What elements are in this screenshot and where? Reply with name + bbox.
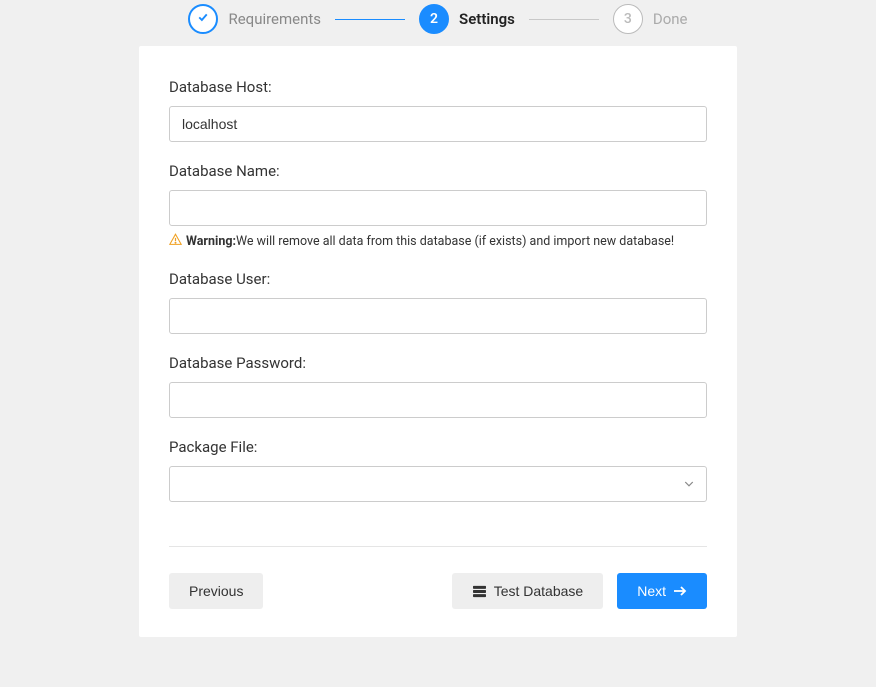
package-file-select[interactable] [169,466,707,502]
step-requirements-circle [188,4,218,34]
arrow-right-icon [673,586,687,596]
warning-label-text: Warning: [186,234,236,249]
step-requirements: Requirements [188,4,321,34]
db-user-label: Database User: [169,270,707,288]
previous-button-label: Previous [189,583,243,599]
db-user-input[interactable] [169,298,707,334]
check-icon [197,11,209,27]
db-user-group: Database User: [169,270,707,334]
step-done-number: 3 [624,11,632,27]
db-host-label: Database Host: [169,78,707,96]
warning-icon [169,233,182,250]
test-database-button-label: Test Database [494,583,584,599]
step-settings: 2 Settings [419,4,515,34]
step-done: 3 Done [613,4,688,34]
db-name-warning: Warning:We will remove all data from thi… [169,233,707,250]
step-settings-label: Settings [459,10,515,28]
step-requirements-label: Requirements [228,10,321,28]
package-file-group: Package File: [169,438,707,502]
db-password-input[interactable] [169,382,707,418]
step-settings-number: 2 [430,11,438,27]
divider [169,546,707,547]
step-done-label: Done [653,10,688,28]
next-button[interactable]: Next [617,573,707,609]
next-button-label: Next [637,583,666,599]
warning-message-text: We will remove all data from this databa… [236,234,674,249]
db-name-label: Database Name: [169,162,707,180]
previous-button[interactable]: Previous [169,573,263,609]
button-row: Previous Test Database Next [169,573,707,609]
db-password-group: Database Password: [169,354,707,418]
stepper-line-1 [335,19,405,20]
step-settings-circle: 2 [419,4,449,34]
test-database-button[interactable]: Test Database [452,573,604,609]
db-password-label: Database Password: [169,354,707,372]
database-icon [472,585,487,598]
step-done-circle: 3 [613,4,643,34]
db-name-group: Database Name: Warning:We will remove al… [169,162,707,250]
db-host-input[interactable] [169,106,707,142]
stepper-line-2 [529,19,599,20]
db-name-input[interactable] [169,190,707,226]
settings-card: Database Host: Database Name: Warning:We… [139,46,737,637]
db-host-group: Database Host: [169,78,707,142]
stepper: Requirements 2 Settings 3 Done [0,0,876,46]
package-file-label: Package File: [169,438,707,456]
